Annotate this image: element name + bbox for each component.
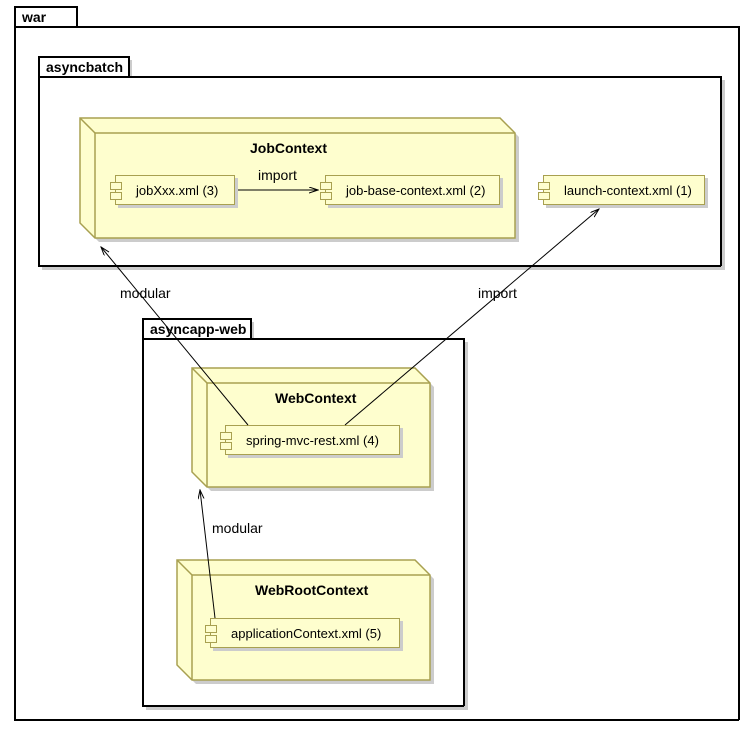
package-asyncapp-web-label: asyncapp-web <box>150 321 246 337</box>
edge-modular1-label: modular <box>120 285 171 301</box>
edge-import2-label: import <box>478 285 517 301</box>
edge-modular2-label: modular <box>212 520 263 536</box>
component-app-ctx-label: applicationContext.xml (5) <box>231 626 381 641</box>
component-job-xxx-label: jobXxx.xml (3) <box>136 183 218 198</box>
component-app-ctx: applicationContext.xml (5) <box>210 618 400 648</box>
node-web-context-label: WebContext <box>275 390 356 406</box>
node-job-context-label: JobContext <box>250 140 327 156</box>
package-asyncbatch-label: asyncbatch <box>46 59 123 75</box>
diagram-canvas: war asyncbatch JobContext <box>0 0 751 732</box>
component-spring-mvc: spring-mvc-rest.xml (4) <box>225 425 400 455</box>
component-job-base-label: job-base-context.xml (2) <box>346 183 485 198</box>
edge-import1-label: import <box>258 167 297 183</box>
component-job-base: job-base-context.xml (2) <box>325 175 500 205</box>
component-launch-label: launch-context.xml (1) <box>564 183 692 198</box>
node-web-root-context-label: WebRootContext <box>255 582 368 598</box>
component-launch: launch-context.xml (1) <box>543 175 705 205</box>
component-spring-mvc-label: spring-mvc-rest.xml (4) <box>246 433 379 448</box>
component-job-xxx: jobXxx.xml (3) <box>115 175 235 205</box>
package-war-label: war <box>22 9 46 25</box>
